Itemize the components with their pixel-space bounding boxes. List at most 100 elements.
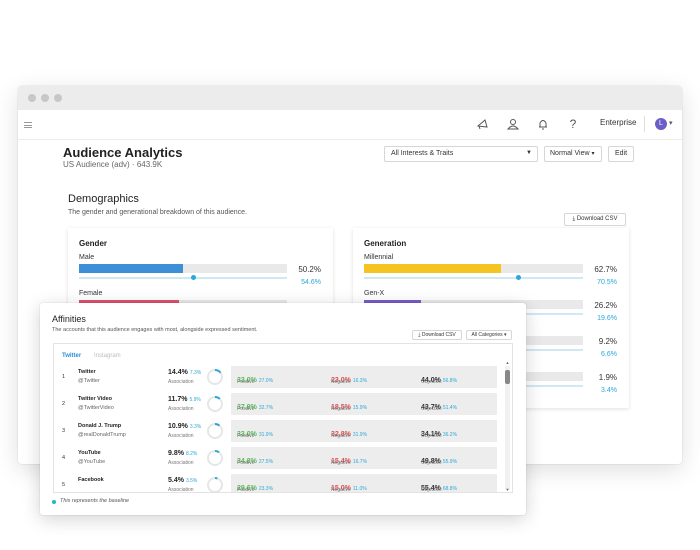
negative-baseline: 16.3%: [352, 378, 368, 384]
gender-bar-fill: [79, 264, 184, 273]
association-ring: [206, 368, 224, 386]
table-row[interactable]: 5 Facebook 5.4% 3.5% Association 29.6% 23.3% Po…: [60, 474, 500, 493]
account-name[interactable]: Donald J. Trump: [78, 423, 121, 429]
association-ring: [206, 449, 224, 467]
generation-baseline-dot: [516, 275, 522, 280]
generation-baseline-value: 70.5%: [597, 279, 617, 286]
scroll-up-icon[interactable]: ▲: [505, 360, 510, 365]
user-settings-icon[interactable]: [504, 115, 522, 133]
table-row[interactable]: 4 YouTube @YouTube 9.8% 8.2% Association 34.8%…: [60, 447, 500, 470]
account-name[interactable]: YouTube: [78, 450, 101, 456]
download-icon: ⤓: [572, 216, 576, 222]
scrollbar[interactable]: ▲ ▼: [505, 360, 510, 492]
table-row[interactable]: 2 Twitter Video @TwitterVideo 11.7% 5.9% Asso…: [60, 393, 500, 416]
download-csv-button[interactable]: ⤓ Download CSV: [564, 213, 626, 226]
generation-row-value: 26.2%: [594, 301, 617, 310]
download-icon: ⤓: [418, 332, 421, 338]
account-handle: @Twitter: [78, 378, 100, 384]
affinities-download-csv-label: Download CSV: [421, 332, 456, 338]
chevron-down-icon: ▼: [526, 150, 532, 156]
objective-label: Objective: [421, 460, 442, 466]
generation-row-label: Gen-X: [364, 290, 385, 297]
edit-button[interactable]: Edit: [608, 146, 634, 162]
gender-panel-title: Gender: [79, 239, 108, 248]
download-csv-label: Download CSV: [576, 216, 618, 222]
association-ring: [206, 395, 224, 413]
row-rank: 1: [62, 374, 66, 380]
positive-label: Positive: [237, 487, 255, 493]
window-minimize-dot[interactable]: [41, 94, 49, 102]
interests-select[interactable]: All Interests & Traits ▼: [384, 146, 538, 162]
enterprise-label[interactable]: Enterprise: [600, 118, 636, 127]
positive-label: Positive: [237, 379, 255, 385]
generation-row-value: 62.7%: [594, 265, 617, 274]
association-baseline: 3.5%: [185, 478, 198, 484]
gender-row: Male 50.2% 54.6%: [79, 254, 325, 286]
sentiment-box: 34.8% 27.5% Positive 15.4% 16.7% Negative 49.8…: [231, 447, 497, 469]
categories-select-value: All Categories: [471, 332, 503, 338]
positive-baseline: 31.9%: [258, 432, 274, 438]
positive-baseline: 32.7%: [258, 405, 274, 411]
demographics-title: Demographics: [68, 193, 139, 205]
page-subtitle: US Audience (adv) · 643.9K: [63, 160, 163, 169]
row-rank: 5: [62, 482, 66, 488]
negative-baseline: 15.9%: [352, 405, 368, 411]
table-row[interactable]: 1 Twitter @Twitter 14.4% 7.3% Association 33.0…: [60, 366, 500, 389]
gender-baseline-dot: [190, 275, 196, 280]
generation-row-value: 9.2%: [598, 337, 617, 346]
demographics-subtitle: The gender and generational breakdown of…: [68, 209, 248, 216]
categories-select[interactable]: All Categories ▾: [466, 330, 512, 340]
association-label: Association: [168, 379, 194, 385]
megaphone-icon[interactable]: [474, 115, 492, 133]
positive-baseline: 27.5%: [258, 459, 274, 465]
negative-baseline: 11.0%: [352, 486, 367, 492]
tab-instagram[interactable]: Instagram: [94, 353, 121, 359]
negative-label: Negative: [331, 487, 351, 493]
avatar[interactable]: L: [655, 118, 667, 130]
table-row[interactable]: 3 Donald J. Trump @realDonaldTrump 10.9% 3.3…: [60, 420, 500, 443]
affinities-download-csv-button[interactable]: ⤓ Download CSV: [412, 330, 462, 340]
association-percent: 14.4%: [168, 369, 188, 376]
affinities-title: Affinities: [52, 314, 86, 324]
baseline-legend-dot: [52, 500, 56, 504]
view-mode-button[interactable]: Normal View ▾: [544, 146, 602, 162]
sentiment-box: 37.9% 32.7% Positive 18.5% 15.9% Negative 43.7…: [231, 393, 497, 415]
chevron-down-icon: ▾: [591, 151, 595, 157]
objective-label: Objective: [421, 487, 442, 493]
gender-row-label: Male: [79, 254, 95, 261]
account-name[interactable]: Twitter: [78, 369, 96, 375]
association-label: Association: [168, 460, 194, 466]
help-icon[interactable]: ?: [564, 115, 582, 133]
bell-icon[interactable]: [534, 115, 552, 133]
positive-label: Positive: [237, 460, 255, 466]
objective-baseline: 36.2%: [442, 432, 458, 438]
window-maximize-dot[interactable]: [54, 94, 62, 102]
navbar-divider: [644, 116, 645, 132]
scroll-down-icon[interactable]: ▼: [505, 487, 510, 492]
generation-baseline-value: 3.4%: [601, 387, 617, 394]
account-name[interactable]: Twitter Video: [78, 396, 112, 402]
objective-baseline: 56.8%: [442, 378, 458, 384]
association-ring: [206, 476, 224, 492]
association-value: 9.8% 8.2%: [168, 450, 197, 457]
row-rank: 3: [62, 428, 66, 434]
association-baseline: 7.3%: [189, 370, 202, 376]
positive-baseline: 23.3%: [258, 486, 274, 492]
association-baseline: 8.2%: [185, 451, 198, 457]
association-baseline: 3.3%: [189, 424, 202, 430]
account-name[interactable]: Facebook: [78, 477, 104, 483]
chevron-down-icon[interactable]: ▾: [669, 119, 673, 127]
negative-baseline: 31.9%: [352, 432, 368, 438]
tab-twitter[interactable]: Twitter: [62, 353, 81, 359]
menu-icon[interactable]: [24, 122, 32, 128]
objective-baseline: 51.4%: [442, 405, 458, 411]
top-navbar: ? Enterprise L ▾: [18, 110, 682, 140]
scrollbar-thumb[interactable]: [505, 370, 510, 384]
association-label: Association: [168, 487, 194, 493]
sentiment-box: 29.6% 23.3% Positive 15.0% 11.0% Negative 55.4…: [231, 474, 497, 493]
account-handle: @realDonaldTrump: [78, 432, 126, 438]
affinities-card: Affinities The accounts that this audien…: [40, 303, 526, 515]
association-label: Association: [168, 433, 194, 439]
association-value: 14.4% 7.3%: [168, 369, 201, 376]
window-close-dot[interactable]: [28, 94, 36, 102]
